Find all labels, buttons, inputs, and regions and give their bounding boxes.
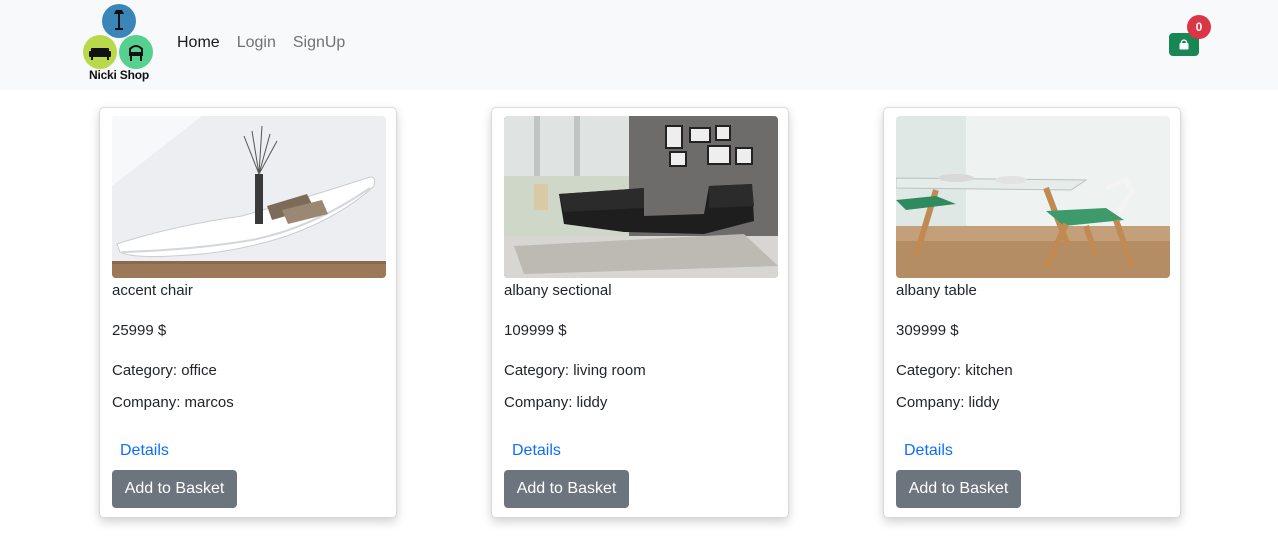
add-to-basket-button[interactable]: Add to Basket [504,470,629,508]
add-to-basket-button[interactable]: Add to Basket [112,470,237,508]
product-company: Company: liddy [504,394,608,411]
lamp-icon [102,4,136,38]
nav-signup[interactable]: SignUp [293,34,345,56]
bag-icon [1179,39,1189,50]
details-link[interactable]: Details [512,442,561,460]
product-card: albany sectional 109999 $ Category: livi… [491,107,789,518]
add-to-basket-button[interactable]: Add to Basket [896,470,1021,508]
product-price: 309999 $ [896,322,959,339]
product-company: Company: marcos [112,394,234,411]
cart-count-badge: 0 [1187,15,1211,39]
product-image[interactable] [504,116,778,278]
details-link[interactable]: Details [904,442,953,460]
product-category: Category: living room [504,362,646,379]
product-title: albany sectional [504,282,612,299]
nav-links: Home Login SignUp [177,34,345,56]
details-link[interactable]: Details [120,442,169,460]
product-company: Company: liddy [896,394,1000,411]
product-card: albany table 309999 $ Category: kitchen … [883,107,1181,518]
product-category: Category: office [112,362,217,379]
product-title: albany table [896,282,977,299]
product-card: accent chair 25999 $ Category: office Co… [99,107,397,518]
nav-login[interactable]: Login [237,34,276,56]
brand-logo[interactable]: Nicki Shop [82,4,154,84]
nav-home[interactable]: Home [177,34,220,56]
product-image[interactable] [112,116,386,278]
product-price: 109999 $ [504,322,567,339]
product-image[interactable] [896,116,1170,278]
product-category: Category: kitchen [896,362,1013,379]
armchair-icon [119,35,153,69]
navbar: Nicki Shop Home Login SignUp 0 [0,0,1278,90]
sofa-icon [83,35,117,69]
brand-name: Nicki Shop [88,68,149,82]
product-title: accent chair [112,282,193,299]
product-price: 25999 $ [112,322,167,339]
